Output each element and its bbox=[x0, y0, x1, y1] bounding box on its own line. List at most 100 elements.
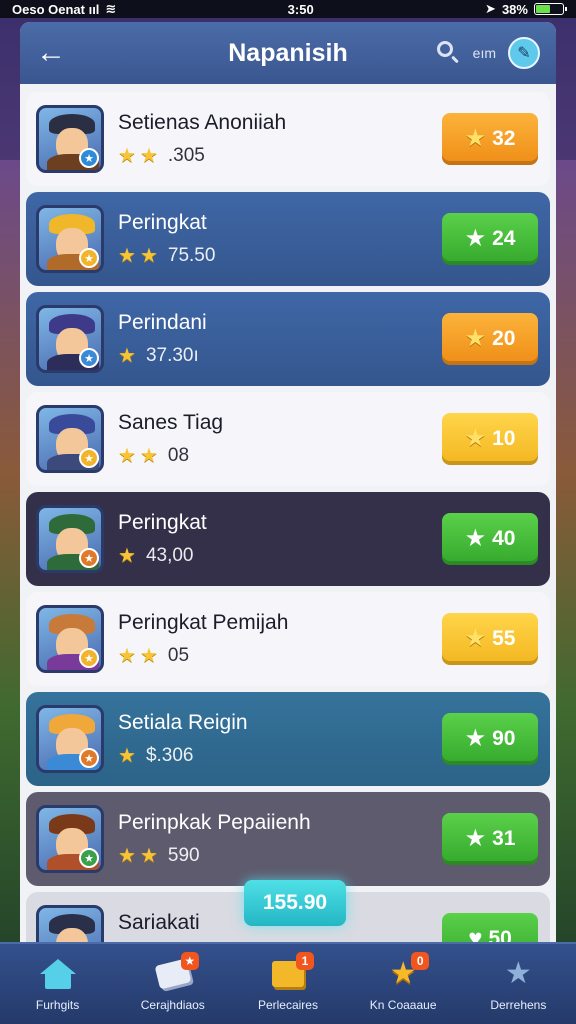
star-icon: ★ bbox=[464, 625, 487, 652]
avatar-badge-icon: ★ bbox=[79, 248, 99, 268]
avatar: ★ bbox=[36, 805, 104, 873]
star-icon: ★ bbox=[118, 345, 136, 367]
player-name: Sanes Tiag bbox=[118, 411, 224, 434]
reward-button[interactable]: ★ 32 bbox=[442, 113, 538, 165]
star-icon: ★ bbox=[464, 525, 487, 552]
avatar-badge-icon: ★ bbox=[79, 348, 99, 368]
avatar: ★ bbox=[36, 405, 104, 473]
player-name: Peringkat Pemijah bbox=[118, 611, 289, 634]
player-name: Peringkat bbox=[118, 511, 207, 534]
folder-icon: 1 bbox=[268, 952, 314, 992]
avatar-badge-icon: ★ bbox=[79, 848, 99, 868]
list-item[interactable]: ★ Setienas Anoniiah ★ ★ .305 ★ 32 bbox=[26, 92, 550, 186]
floating-score-chip[interactable]: 155.90 bbox=[244, 880, 346, 926]
list-item[interactable]: ★ Perindani ★ 37.30ı ★ 20 bbox=[26, 292, 550, 386]
home-icon bbox=[38, 956, 78, 992]
star-icon: ★ bbox=[464, 125, 487, 152]
avatar: ★ bbox=[36, 505, 104, 573]
search-icon[interactable] bbox=[436, 41, 461, 65]
reward-button[interactable]: ★ 55 bbox=[442, 613, 538, 665]
reward-value: 40 bbox=[492, 527, 516, 550]
star-icon: ★ bbox=[139, 645, 158, 667]
star-icon: ★ bbox=[464, 725, 487, 752]
star-icon: ★ bbox=[139, 845, 158, 867]
reward-button[interactable]: ★ 24 bbox=[442, 213, 538, 265]
player-name: Perinpkak Pepaiienh bbox=[118, 811, 311, 834]
list-item[interactable]: ★ Sanes Tiag ★ ★ 08 ★ 10 bbox=[26, 392, 550, 486]
star-icon: ★ bbox=[118, 745, 136, 767]
card-icon: ★ bbox=[153, 952, 199, 992]
nav-item[interactable]: 1 Perlecaires bbox=[238, 952, 338, 1012]
star-icon: ★ bbox=[118, 245, 136, 267]
carrier-label: Oeso Oenat ııl bbox=[12, 1, 100, 17]
back-button[interactable]: ← bbox=[36, 38, 70, 68]
avatar: ★ bbox=[36, 605, 104, 673]
reward-button[interactable]: ♥ 50 bbox=[442, 913, 538, 944]
reward-button[interactable]: ★ 31 bbox=[442, 813, 538, 865]
player-name: Setienas Anoniiah bbox=[118, 111, 287, 134]
player-score: 05 bbox=[167, 645, 190, 666]
reward-button[interactable]: ★ 40 bbox=[442, 513, 538, 565]
player-name: Setiala Reigin bbox=[118, 711, 248, 734]
reward-value: 20 bbox=[492, 327, 516, 350]
nav-item[interactable]: ★ 0 Kn Coaaaue bbox=[353, 952, 453, 1012]
list-item[interactable]: ★ Setiala Reigin ★ $.306 ★ 90 bbox=[26, 692, 550, 786]
reward-value: 31 bbox=[492, 827, 516, 850]
list-item[interactable]: ★ Perinpkak Pepaiienh ★ ★ 590 ★ 31 bbox=[26, 792, 550, 886]
star-icon: ★ bbox=[464, 425, 487, 452]
list-item[interactable]: ★ Peringkat ★ ★ 75.50 ★ 24 bbox=[26, 192, 550, 286]
reward-value: 55 bbox=[492, 627, 516, 650]
nav-label: Perlecaires bbox=[257, 998, 318, 1012]
clock: 3:50 bbox=[287, 1, 314, 17]
leaderboard-list: ★ Setienas Anoniiah ★ ★ .305 ★ 32 ★ Perin… bbox=[20, 84, 556, 944]
nav-badge: ★ bbox=[180, 952, 199, 970]
reward-value: 24 bbox=[492, 227, 516, 250]
player-score: 08 bbox=[167, 445, 190, 466]
player-name: Perindani bbox=[118, 311, 207, 334]
star-icon: ★ bbox=[139, 445, 158, 467]
nav-badge: 0 bbox=[411, 952, 430, 970]
player-score: 37.30ı bbox=[145, 345, 199, 366]
player-score: $.306 bbox=[145, 745, 194, 766]
star-icon: ★ bbox=[118, 545, 136, 567]
star-icon: ★ bbox=[464, 325, 487, 352]
nav-item[interactable]: ★ Derrehens bbox=[468, 956, 568, 1013]
player-name: Peringkat bbox=[118, 211, 207, 234]
star-icon: ★ bbox=[118, 845, 136, 867]
bottom-nav: Furhgits ★ Cerajhdiaos 1 Perlecaires ★ 0 … bbox=[0, 942, 576, 1024]
nav-badge: 1 bbox=[295, 952, 314, 970]
avatar: ★ bbox=[36, 205, 104, 273]
header-small-label: eım bbox=[472, 45, 496, 61]
star-icon: ★ bbox=[118, 145, 136, 167]
wifi-icon: ≋ bbox=[105, 1, 117, 16]
avatar: ★ bbox=[36, 305, 104, 373]
star-icon: ★ bbox=[139, 145, 158, 167]
avatar-badge-icon: ★ bbox=[79, 448, 99, 468]
app-window: ← Napanisih eım ✎ ★ Setienas Anoniiah ★ ★… bbox=[20, 22, 556, 944]
list-item[interactable]: ★ Peringkat ★ 43,00 ★ 40 bbox=[26, 492, 550, 586]
star-icon: ★ bbox=[118, 445, 136, 467]
player-score: .305 bbox=[167, 145, 205, 166]
nav-item[interactable]: Furhgits bbox=[8, 956, 108, 1012]
star-icon: ★ bbox=[118, 645, 136, 667]
player-score: 75.50 bbox=[167, 245, 216, 266]
star-outline-icon: ★ bbox=[504, 957, 532, 990]
avatar: ★ bbox=[36, 105, 104, 173]
star-icon: ★ 0 bbox=[383, 952, 430, 992]
nav-item[interactable]: ★ Cerajhdiaos bbox=[123, 952, 223, 1012]
location-icon: ➤ bbox=[485, 1, 496, 16]
battery-icon bbox=[533, 3, 567, 15]
star-icon: ★ bbox=[464, 225, 487, 252]
avatar-badge-icon: ★ bbox=[79, 648, 99, 668]
nav-label: Furhgits bbox=[35, 998, 80, 1012]
edit-button[interactable]: ✎ bbox=[508, 37, 540, 69]
nav-label: Kn Coaaaue bbox=[369, 998, 437, 1012]
avatar-badge-icon: ★ bbox=[79, 748, 99, 768]
star-icon: ★ bbox=[464, 825, 487, 852]
list-item[interactable]: ★ Peringkat Pemijah ★ ★ 05 ★ 55 bbox=[26, 592, 550, 686]
reward-button[interactable]: ★ 90 bbox=[442, 713, 538, 765]
reward-button[interactable]: ★ 10 bbox=[442, 413, 538, 465]
reward-value: 90 bbox=[492, 727, 516, 750]
player-score: 590 bbox=[167, 845, 200, 866]
reward-button[interactable]: ★ 20 bbox=[442, 313, 538, 365]
